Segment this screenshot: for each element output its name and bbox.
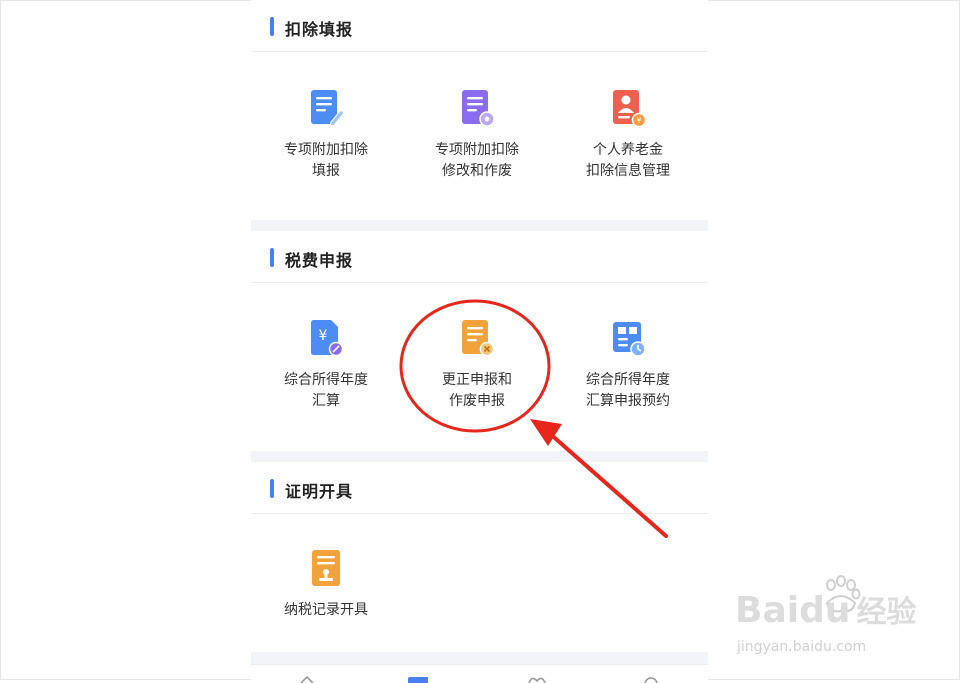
svg-text:¥: ¥ <box>319 328 328 344</box>
pension-deduction-button[interactable]: ¥ 个人养老金 扣除信息管理 <box>553 88 703 182</box>
tax-record-issue-button[interactable]: 纳税记录开具 <box>251 548 401 621</box>
document-void-icon <box>462 320 495 357</box>
item-label-line2: 作废申报 <box>449 393 505 409</box>
svg-text:¥: ¥ <box>636 116 641 125</box>
section-header-certificate: 证明开具 <box>251 462 708 514</box>
section-accent-bar <box>270 248 274 267</box>
annual-settlement-button[interactable]: ¥ 综合所得年度 汇算 <box>251 318 401 412</box>
watermark-url: jingyan.baidu.com <box>737 639 867 655</box>
item-label-line1: 综合所得年度 <box>586 372 670 388</box>
item-label-line2: 修改和作废 <box>442 163 512 179</box>
baidu-watermark: Baidu 经验 jingyan.baidu.com <box>735 575 935 665</box>
tax-record-stamp-icon <box>312 550 340 586</box>
item-label-line1: 专项附加扣除 <box>435 142 519 158</box>
section-divider <box>251 652 708 664</box>
section-title: 证明开具 <box>285 482 354 501</box>
settlement-appointment-button[interactable]: 综合所得年度 汇算申报预约 <box>553 318 703 412</box>
tax-yuan-document-icon: ¥ <box>311 320 344 357</box>
section-divider <box>251 451 708 462</box>
item-label-line1: 综合所得年度 <box>284 372 368 388</box>
section-accent-bar <box>270 479 274 498</box>
section-title: 税费申报 <box>285 251 354 270</box>
special-deduction-fill-button[interactable]: 专项附加扣除 填报 <box>251 88 401 182</box>
watermark-suffix: 经验 <box>856 595 917 630</box>
section-divider <box>251 220 708 231</box>
document-edit-icon <box>311 90 345 127</box>
office-tab-icon[interactable] <box>408 675 428 683</box>
item-label-line2: 汇算申报预约 <box>586 393 670 409</box>
profile-tab-icon[interactable] <box>641 675 661 683</box>
item-label-line1: 纳税记录开具 <box>284 602 368 618</box>
home-tab-icon[interactable] <box>297 675 317 683</box>
document-settings-icon <box>462 90 495 127</box>
section-title: 扣除填报 <box>285 20 354 39</box>
service-tab-icon[interactable] <box>527 675 547 683</box>
appointment-clock-icon <box>613 322 646 357</box>
section-header-tax-declaration: 税费申报 <box>251 231 708 283</box>
section-accent-bar <box>270 17 274 36</box>
item-label-line1: 更正申报和 <box>442 372 512 388</box>
section-header-deduction: 扣除填报 <box>251 0 708 52</box>
item-label-line2: 汇算 <box>312 393 340 409</box>
watermark-brand-2: du <box>799 590 851 631</box>
special-deduction-modify-button[interactable]: 专项附加扣除 修改和作废 <box>402 88 552 182</box>
watermark-brand: Bai <box>735 590 800 631</box>
bottom-tab-bar <box>251 664 708 683</box>
pension-card-icon: ¥ <box>613 90 647 128</box>
item-label-line1: 个人养老金 <box>593 142 663 158</box>
correct-void-declaration-button[interactable]: 更正申报和 作废申报 <box>402 318 552 412</box>
item-label-line2: 填报 <box>312 163 340 179</box>
item-label-line2: 扣除信息管理 <box>586 163 670 179</box>
app-screen: 扣除填报 专项附加扣除 填报 专项附加扣除 修改和作废 ¥ 个人养老金 扣除信息… <box>251 0 708 683</box>
item-label-line1: 专项附加扣除 <box>284 142 368 158</box>
